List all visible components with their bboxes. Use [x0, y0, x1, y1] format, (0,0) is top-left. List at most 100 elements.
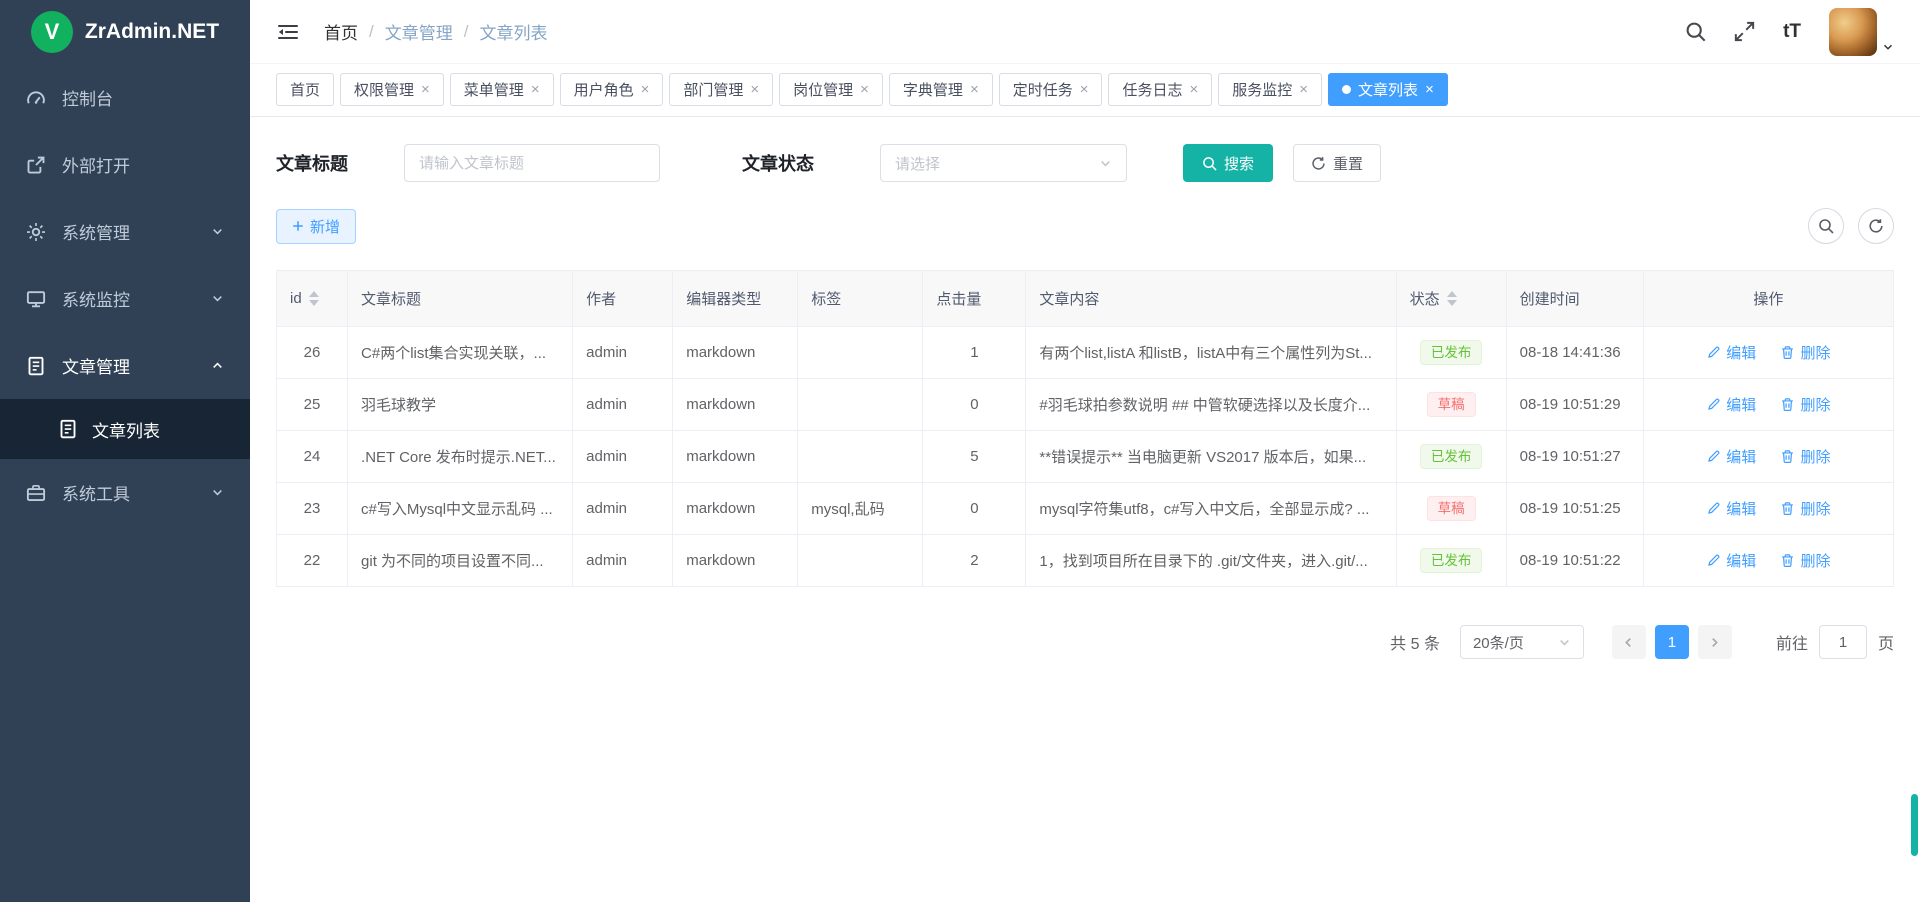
close-icon[interactable]: ×	[750, 82, 759, 97]
tab-article-list[interactable]: 文章列表×	[1328, 73, 1448, 106]
close-icon[interactable]: ×	[1299, 82, 1308, 97]
tab-dict-manage[interactable]: 字典管理×	[889, 73, 993, 106]
tab-menu-manage[interactable]: 菜单管理 ×	[450, 73, 554, 106]
tab-label: 首页	[290, 79, 320, 100]
cell-content: **错误提示** 当电脑更新 VS2017 版本后，如果...	[1026, 431, 1396, 483]
table-row: 22 git 为不同的项目设置不同... admin markdown 2 1，…	[277, 535, 1894, 587]
delete-button[interactable]: 删除	[1780, 550, 1830, 571]
cell-tags	[798, 327, 923, 379]
pencil-icon	[1706, 501, 1721, 516]
article-title-input[interactable]	[404, 144, 660, 182]
close-icon[interactable]: ×	[641, 82, 650, 97]
breadcrumb-item-home[interactable]: 首页	[324, 19, 358, 44]
next-page-button[interactable]	[1698, 625, 1732, 659]
search-button[interactable]: 搜索	[1183, 144, 1273, 182]
app-logo[interactable]: V ZrAdmin.NET	[0, 0, 250, 64]
delete-button[interactable]: 删除	[1780, 446, 1830, 467]
gear-icon	[26, 222, 46, 242]
add-button[interactable]: 新增	[276, 209, 356, 244]
close-icon[interactable]: ×	[860, 82, 869, 97]
close-icon[interactable]: ×	[421, 82, 430, 97]
cell-title: c#写入Mysql中文显示乱码 ...	[348, 483, 573, 535]
trash-icon	[1780, 553, 1795, 568]
close-icon[interactable]: ×	[1080, 82, 1089, 97]
article-table: id 文章标题 作者 编辑器类型 标签 点击量 文章内容 状态 创建时间 操作	[250, 244, 1920, 587]
column-header-id[interactable]: id	[277, 271, 348, 327]
delete-label: 删除	[1800, 394, 1830, 415]
tab-service-monitor[interactable]: 服务监控×	[1218, 73, 1322, 106]
refresh-table-button[interactable]	[1858, 208, 1894, 244]
close-icon[interactable]: ×	[531, 82, 540, 97]
font-size-icon[interactable]: tT	[1783, 21, 1801, 43]
main-area: 首页 / 文章管理 / 文章列表 tT 首页 权限管理× 菜单管理 × 用户角色×	[250, 0, 1920, 902]
table-row: 25 羽毛球教学 admin markdown 0 #羽毛球拍参数说明 ## 中…	[277, 379, 1894, 431]
cell-actions: 编辑 删除	[1643, 431, 1893, 483]
tab-user-role[interactable]: 用户角色×	[560, 73, 664, 106]
sidebar-item-article-list[interactable]: 文章列表	[0, 399, 250, 459]
pencil-icon	[1706, 345, 1721, 360]
sidebar-item-label: 控制台	[62, 85, 113, 110]
edit-button[interactable]: 编辑	[1706, 498, 1756, 519]
pencil-icon	[1706, 449, 1721, 464]
filter-bar: 文章标题 文章状态 请选择 搜索 重置	[250, 117, 1920, 182]
cell-created: 08-19 10:51:29	[1506, 379, 1643, 431]
fullscreen-icon[interactable]	[1734, 21, 1755, 42]
sidebar-item-external-open[interactable]: 外部打开	[0, 131, 250, 198]
edit-button[interactable]: 编辑	[1706, 446, 1756, 467]
search-icon[interactable]	[1685, 21, 1706, 42]
tab-label: 菜单管理	[464, 79, 524, 100]
breadcrumb-item-article-list[interactable]: 文章列表	[479, 19, 547, 44]
cell-author: admin	[573, 327, 673, 379]
tab-cron-task[interactable]: 定时任务×	[999, 73, 1103, 106]
cell-hits: 0	[923, 379, 1026, 431]
fold-menu-icon[interactable]	[276, 22, 300, 42]
close-icon[interactable]: ×	[970, 82, 979, 97]
column-header-status[interactable]: 状态	[1396, 271, 1506, 327]
delete-button[interactable]: 删除	[1780, 498, 1830, 519]
tab-task-log[interactable]: 任务日志×	[1108, 73, 1212, 106]
status-badge: 草稿	[1427, 392, 1476, 418]
sort-caret-icon	[309, 291, 319, 306]
tab-post-manage[interactable]: 岗位管理×	[779, 73, 883, 106]
toggle-search-button[interactable]	[1808, 208, 1844, 244]
breadcrumb: 首页 / 文章管理 / 文章列表	[324, 19, 547, 44]
delete-label: 删除	[1800, 498, 1830, 519]
sidebar-item-system-monitor[interactable]: 系统监控	[0, 265, 250, 332]
chevron-down-icon[interactable]	[1882, 41, 1894, 53]
cell-editor: markdown	[673, 431, 798, 483]
close-icon[interactable]: ×	[1425, 82, 1434, 97]
scrollbar-thumb[interactable]	[1911, 794, 1918, 856]
user-avatar[interactable]	[1829, 8, 1877, 56]
cell-content: #羽毛球拍参数说明 ## 中管软硬选择以及长度介...	[1026, 379, 1396, 431]
tab-home[interactable]: 首页	[276, 73, 334, 106]
current-page-button[interactable]: 1	[1655, 625, 1689, 659]
sidebar-item-article-manage[interactable]: 文章管理	[0, 332, 250, 399]
cell-content: mysql字符集utf8，c#写入中文后，全部显示成? ...	[1026, 483, 1396, 535]
cell-title: git 为不同的项目设置不同...	[348, 535, 573, 587]
tab-permission[interactable]: 权限管理×	[340, 73, 444, 106]
cell-hits: 5	[923, 431, 1026, 483]
prev-page-button[interactable]	[1612, 625, 1646, 659]
delete-button[interactable]: 删除	[1780, 342, 1830, 363]
reset-button[interactable]: 重置	[1293, 144, 1381, 182]
tab-dept-manage[interactable]: 部门管理×	[669, 73, 773, 106]
cell-tags: mysql,乱码	[798, 483, 923, 535]
edit-button[interactable]: 编辑	[1706, 550, 1756, 571]
sidebar-item-system-tools[interactable]: 系统工具	[0, 459, 250, 526]
page-size-select[interactable]: 20条/页	[1460, 625, 1584, 659]
column-header-editor: 编辑器类型	[673, 271, 798, 327]
close-icon[interactable]: ×	[1190, 82, 1199, 97]
delete-button[interactable]: 删除	[1780, 394, 1830, 415]
edit-button[interactable]: 编辑	[1706, 342, 1756, 363]
cell-author: admin	[573, 379, 673, 431]
sidebar-item-dashboard[interactable]: 控制台	[0, 64, 250, 131]
header-actions: tT	[1685, 8, 1894, 56]
article-status-select[interactable]: 请选择	[880, 144, 1127, 182]
column-header-author: 作者	[573, 271, 673, 327]
goto-page-input[interactable]	[1819, 625, 1867, 659]
document-icon	[58, 419, 78, 439]
breadcrumb-item-article-manage[interactable]: 文章管理	[385, 19, 453, 44]
edit-button[interactable]: 编辑	[1706, 394, 1756, 415]
cell-hits: 1	[923, 327, 1026, 379]
sidebar-item-system-manage[interactable]: 系统管理	[0, 198, 250, 265]
